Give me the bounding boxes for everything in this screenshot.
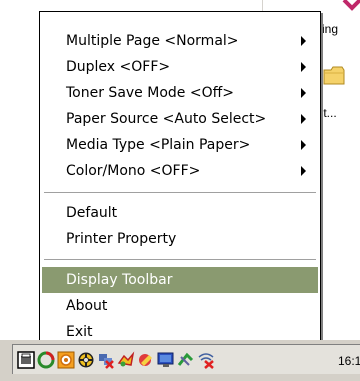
green-arrow-icon[interactable] (177, 351, 195, 369)
menu-item-default[interactable]: Default (42, 200, 318, 226)
printer-icon[interactable] (17, 351, 35, 369)
menu-item-toner-save-mode[interactable]: Toner Save Mode <Off> (42, 80, 318, 106)
menu-item-about[interactable]: About (42, 293, 318, 319)
menu-item-multiple-page[interactable]: Multiple Page <Normal> (42, 28, 318, 54)
red-yellow-icon[interactable] (137, 351, 155, 369)
menu-item-label: Display Toolbar (66, 272, 173, 288)
wireless-x-icon[interactable] (197, 351, 215, 369)
menu-item-paper-source[interactable]: Paper Source <Auto Select> (42, 106, 318, 132)
system-clock[interactable]: 16:17 (338, 354, 360, 368)
menu-item-label: Color/Mono <OFF> (66, 163, 201, 179)
menu-item-label: Exit (66, 324, 93, 340)
submenu-arrow-icon (301, 140, 306, 150)
network-x-icon[interactable] (97, 351, 115, 369)
menu-item-media-type[interactable]: Media Type <Plain Paper> (42, 132, 318, 158)
submenu-arrow-icon (301, 62, 306, 72)
menu-item-color-mono[interactable]: Color/Mono <OFF> (42, 158, 318, 184)
menu-separator (44, 259, 316, 261)
menu-item-label: About (66, 298, 108, 314)
blue-monitor-icon[interactable] (157, 351, 175, 369)
submenu-arrow-icon (301, 36, 306, 46)
context-menu: Multiple Page <Normal> Duplex <OFF> Tone… (39, 11, 321, 351)
menu-item-label: Multiple Page <Normal> (66, 33, 239, 49)
system-tray: 16:17 (12, 344, 360, 374)
menu-item-label: Duplex <OFF> (66, 59, 171, 75)
submenu-arrow-icon (301, 114, 306, 124)
bird-icon[interactable] (117, 351, 135, 369)
menu-item-display-toolbar[interactable]: Display Toolbar (42, 267, 318, 293)
green-swirl-icon[interactable] (37, 351, 55, 369)
menu-item-printer-property[interactable]: Printer Property (42, 226, 318, 252)
menu-item-label: Default (66, 205, 118, 221)
menu-item-duplex[interactable]: Duplex <OFF> (42, 54, 318, 80)
menu-item-label: Paper Source <Auto Select> (66, 111, 267, 127)
app-icon (342, 0, 360, 11)
lifebuoy-icon[interactable] (77, 351, 95, 369)
submenu-arrow-icon (301, 88, 306, 98)
menu-item-label: Media Type <Plain Paper> (66, 137, 251, 153)
menu-item-label: Toner Save Mode <Off> (66, 85, 234, 101)
orange-target-icon[interactable] (57, 351, 75, 369)
menu-separator (44, 192, 316, 194)
submenu-arrow-icon (301, 166, 306, 176)
menu-item-label: Printer Property (66, 231, 177, 247)
folder-icon[interactable] (322, 64, 346, 86)
